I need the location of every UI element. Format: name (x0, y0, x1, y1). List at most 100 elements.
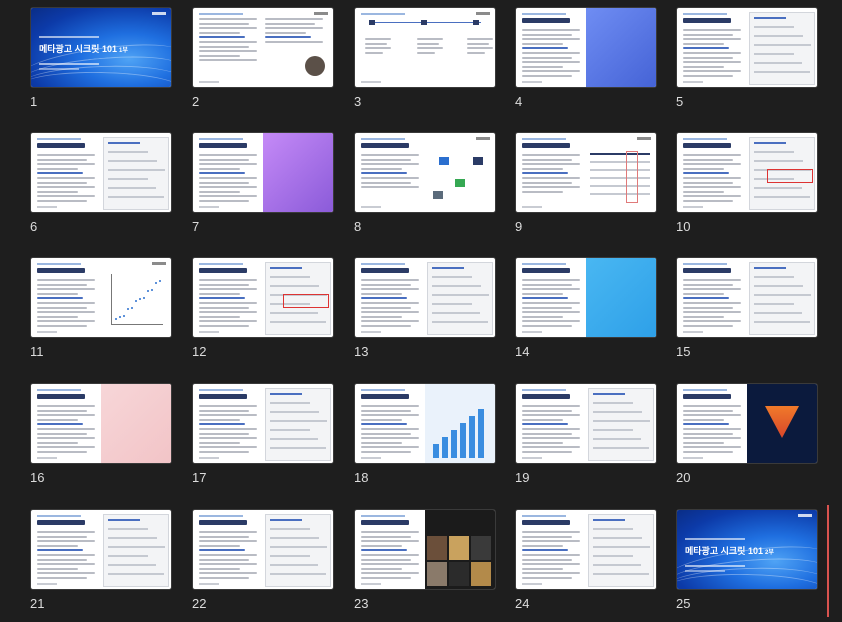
text-lines (683, 154, 741, 205)
slide-footer (199, 457, 219, 459)
slide-preview[interactable] (192, 257, 334, 338)
slide-preview[interactable] (354, 7, 496, 88)
slide-title-bar (199, 268, 247, 273)
slide-thumbnail[interactable]: 12 (192, 257, 334, 361)
slide-preview[interactable] (192, 509, 334, 590)
slide-number: 5 (676, 94, 684, 109)
slide-number: 24 (515, 596, 530, 611)
chart-point (155, 282, 157, 284)
slide-preview[interactable] (354, 509, 496, 590)
slide-thumbnail[interactable]: 16 (30, 383, 172, 487)
slide-footer (522, 206, 542, 208)
slide-thumbnail[interactable]: 3 (354, 7, 496, 111)
slide-preview[interactable] (676, 383, 818, 464)
table-row (590, 193, 650, 195)
cover-subtitle-bar (685, 538, 745, 540)
text-lines (37, 405, 95, 456)
slide-number: 15 (676, 344, 691, 359)
text-lines (361, 279, 419, 330)
slide-thumbnail[interactable]: 10 (676, 132, 818, 236)
text-lines (199, 18, 257, 64)
slide-number: 18 (354, 470, 369, 485)
slide-title-bar (37, 394, 85, 399)
slide-title-bar (522, 394, 570, 399)
slide-number: 3 (354, 94, 362, 109)
slide-header-label (199, 13, 243, 15)
slide-thumbnail[interactable]: 21 (30, 509, 172, 613)
brand-logo (798, 514, 812, 517)
cover-title-text: 메타광고 시크릿 101 (39, 44, 117, 54)
slide-thumbnail[interactable]: 5 (676, 7, 818, 111)
slide-preview[interactable] (30, 383, 172, 464)
slide-thumbnail[interactable]: 24 (515, 509, 657, 613)
slide-preview[interactable] (515, 7, 657, 88)
slide-thumbnail[interactable]: 20 (676, 383, 818, 487)
slide-thumbnail[interactable]: 11 (30, 257, 172, 361)
cover-subtitle-bar (39, 36, 99, 38)
slide-preview[interactable] (30, 132, 172, 213)
highlight-box (767, 169, 813, 183)
slide-thumbnail[interactable]: 17 (192, 383, 334, 487)
profile-photo (305, 56, 325, 76)
slide-header-label (522, 13, 566, 15)
slide-preview[interactable] (192, 383, 334, 464)
slide-preview[interactable] (354, 257, 496, 338)
slide-thumbnail[interactable]: 7 (192, 132, 334, 236)
chart-axis (111, 274, 112, 324)
slide-title-bar (37, 268, 85, 273)
slide-thumbnail[interactable]: 18 (354, 383, 496, 487)
slide-thumbnail[interactable]: 13 (354, 257, 496, 361)
slide-preview[interactable] (192, 132, 334, 213)
collage-photo (427, 536, 447, 560)
slide-title-bar (199, 143, 247, 148)
slide-footer (37, 206, 57, 208)
slide-number: 9 (515, 219, 523, 234)
slide-thumbnail[interactable]: 2 (192, 7, 334, 111)
slide-thumbnail[interactable]: 메타광고 시크릿 101 1부 1 (30, 7, 172, 111)
slide-preview[interactable] (354, 383, 496, 464)
slide-preview[interactable] (676, 132, 818, 213)
slide-thumbnail[interactable]: 9 (515, 132, 657, 236)
slide-thumbnail[interactable]: 23 (354, 509, 496, 613)
growth-bar (469, 416, 475, 458)
slide-number: 11 (30, 344, 44, 359)
slide-preview[interactable] (515, 509, 657, 590)
slide-preview[interactable] (676, 7, 818, 88)
slide-number: 17 (192, 470, 207, 485)
slide-footer (683, 331, 703, 333)
slide-preview[interactable] (192, 7, 334, 88)
slide-thumbnail[interactable]: 22 (192, 509, 334, 613)
cover-title-suffix: 1부 (118, 48, 128, 54)
slide-preview[interactable] (30, 509, 172, 590)
slide-preview[interactable] (354, 132, 496, 213)
slide-thumbnail[interactable]: 8 (354, 132, 496, 236)
chart-point (131, 306, 133, 309)
slide-preview[interactable] (515, 257, 657, 338)
person-illustration (101, 384, 171, 463)
slide-thumbnail[interactable]: 14 (515, 257, 657, 361)
slide-thumbnail[interactable]: 19 (515, 383, 657, 487)
slide-header-label (683, 138, 727, 140)
slide-number: 22 (192, 596, 207, 611)
slide-preview[interactable]: 메타광고 시크릿 101 2부 (676, 509, 818, 590)
text-lines (417, 38, 443, 56)
screenshot-image (749, 12, 815, 85)
diagram-node (455, 179, 465, 187)
growth-bar (442, 437, 448, 458)
slide-thumbnail[interactable]: 메타광고 시크릿 101 2부 25 (676, 509, 818, 613)
slide-thumbnail[interactable]: 4 (515, 7, 657, 111)
slide-preview[interactable] (30, 257, 172, 338)
slide-preview[interactable] (515, 132, 657, 213)
slide-footer (522, 583, 542, 585)
slide-thumbnail[interactable]: 15 (676, 257, 818, 361)
slide-title-bar (683, 143, 731, 148)
slide-thumbnail[interactable]: 6 (30, 132, 172, 236)
chart-point (123, 314, 125, 317)
slide-number: 21 (30, 596, 45, 611)
slide-preview[interactable] (676, 257, 818, 338)
text-lines (361, 154, 419, 191)
slide-preview[interactable] (515, 383, 657, 464)
table-row (590, 161, 650, 163)
slide-preview[interactable]: 메타광고 시크릿 101 1부 (30, 7, 172, 88)
slide-footer (683, 206, 703, 208)
